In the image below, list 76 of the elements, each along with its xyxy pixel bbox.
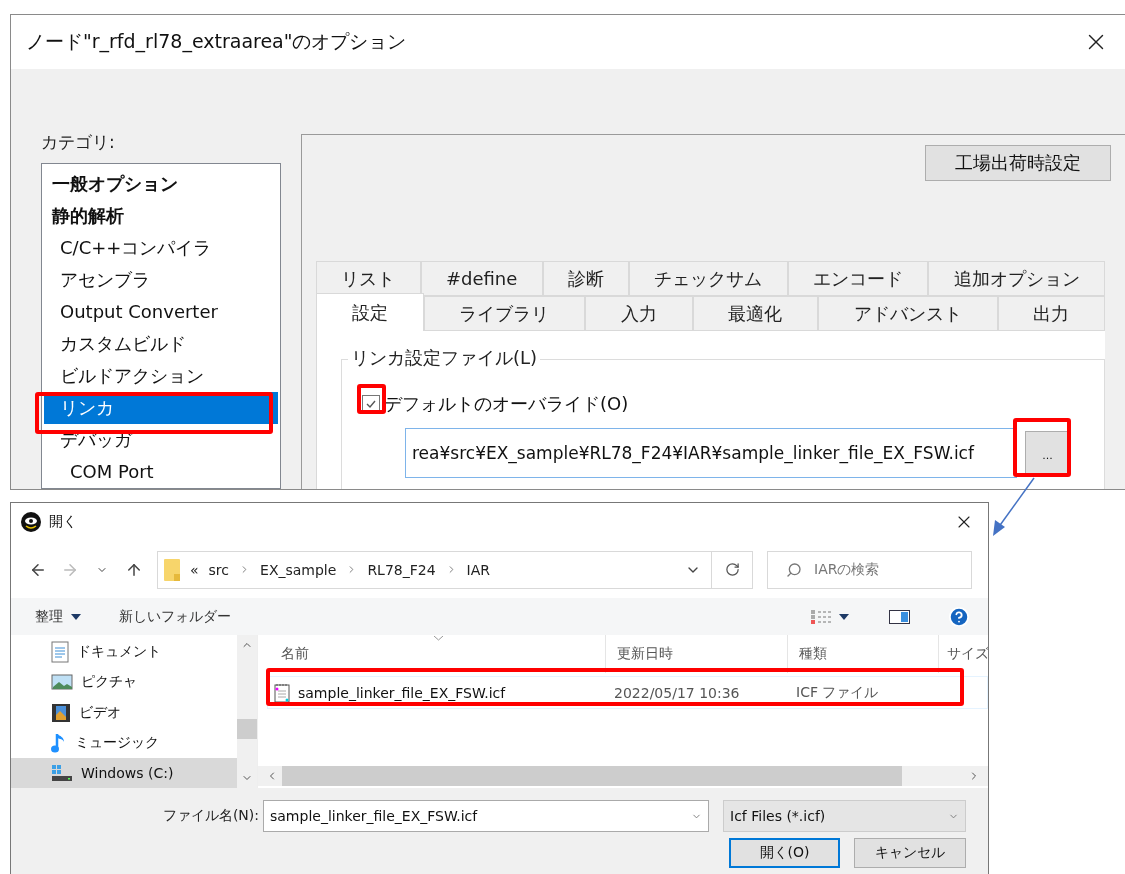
organize-button[interactable]: 整理	[35, 607, 81, 626]
file-name: sample_linker_file_EX_FSW.icf	[298, 684, 506, 701]
search-field[interactable]: IARの検索	[767, 550, 972, 589]
document-icon	[51, 641, 69, 664]
tab[interactable]: エンコード	[787, 261, 929, 296]
picture-icon	[51, 674, 73, 691]
checkbox-label: デフォルトのオーバライド(O)	[384, 392, 629, 416]
category-item[interactable]: COM Port	[44, 456, 278, 488]
refresh-icon	[724, 562, 740, 577]
breadcrumb[interactable]: IAR	[466, 561, 491, 578]
filename-field[interactable]: sample_linker_file_EX_FSW.icf	[263, 800, 709, 832]
path-field[interactable]: rea¥src¥EX_sample¥RL78_F24¥IAR¥sample_linker_file_EX_FSW.icf	[405, 428, 1017, 478]
category-label: カテゴリ:	[41, 131, 116, 154]
column-header[interactable]: サイズ	[938, 635, 988, 673]
tab[interactable]: 設定	[316, 293, 424, 331]
category-item[interactable]: 静的解析	[44, 200, 278, 232]
tab[interactable]: 入力	[585, 296, 693, 331]
breadcrumb[interactable]: RL78_F24	[367, 561, 436, 578]
column-header[interactable]: 名前	[270, 635, 605, 673]
sort-caret-icon	[434, 636, 443, 641]
caret-icon	[71, 613, 81, 620]
window-title: ノード"r_rfd_rl78_extraarea"のオプション	[26, 29, 408, 55]
app-logo-icon	[21, 512, 41, 532]
category-item[interactable]: 一般オプション	[44, 168, 278, 200]
factory-defaults-button[interactable]: 工場出荷時設定	[925, 145, 1111, 181]
cancel-button[interactable]: キャンセル	[854, 838, 966, 868]
tab[interactable]: #define	[420, 261, 543, 296]
nav-item[interactable]: ドキュメント	[11, 637, 237, 668]
category-item[interactable]: アセンブラ	[44, 264, 278, 296]
file-type-select[interactable]: Icf Files (*.icf)	[723, 800, 966, 832]
open-button[interactable]: 開く(O)	[729, 838, 840, 868]
help-icon[interactable]	[948, 605, 970, 628]
nav-item[interactable]: ミュージック	[11, 727, 237, 758]
group-title: リンカ設定ファイル(L)	[348, 346, 541, 370]
view-options-icon[interactable]	[811, 609, 851, 624]
file-date: 2022/05/17 10:36	[613, 684, 741, 701]
category-item[interactable]: Output Converter	[44, 296, 278, 328]
highlight-frame	[1013, 418, 1071, 477]
scrollbar-thumb[interactable]	[282, 766, 902, 786]
tab[interactable]: チェックサム	[629, 261, 788, 296]
check-mark-icon	[365, 398, 377, 410]
tab[interactable]: 追加オプション	[928, 261, 1105, 296]
nav-item[interactable]: ビデオ	[11, 697, 237, 728]
vertical-scrollbar[interactable]	[237, 635, 257, 788]
window-title: 開く	[49, 513, 78, 531]
tab[interactable]: アドバンスト	[818, 296, 998, 331]
highlight-frame	[357, 384, 386, 414]
new-folder-button[interactable]: 新しいフォルダー	[119, 607, 231, 626]
breadcrumb-overflow[interactable]: «	[190, 561, 199, 578]
breadcrumb[interactable]: src	[208, 561, 230, 578]
music-note-icon	[51, 731, 67, 754]
refresh-button[interactable]	[711, 550, 753, 589]
file-type: ICF ファイル	[795, 683, 880, 702]
category-item[interactable]: C/C++コンパイラ	[44, 232, 278, 264]
search-icon	[786, 561, 802, 578]
tab[interactable]: ライブラリ	[423, 296, 585, 331]
tab[interactable]: 出力	[997, 296, 1105, 331]
tab[interactable]: 診断	[542, 261, 630, 296]
film-icon	[51, 702, 71, 723]
filename-label: ファイル名(N):	[162, 807, 259, 825]
address-bar[interactable]: « src EX_sample RL78_F24 IAR	[157, 550, 712, 589]
nav-item[interactable]: Windows (C:)	[11, 757, 237, 788]
scrollbar-thumb[interactable]	[237, 719, 257, 739]
tab[interactable]: 最適化	[692, 296, 818, 331]
category-item[interactable]: ビルドアクション	[44, 360, 278, 392]
horizontal-scrollbar[interactable]	[258, 766, 988, 786]
connector-arrow	[993, 477, 1035, 536]
preview-pane-icon[interactable]	[889, 609, 910, 624]
category-item[interactable]: カスタムビルド	[44, 328, 278, 360]
column-header[interactable]: 種類	[787, 635, 938, 673]
nav-item[interactable]: ピクチャ	[11, 667, 237, 698]
breadcrumb[interactable]: EX_sample	[260, 561, 337, 578]
column-header[interactable]: 更新日時	[605, 635, 787, 673]
text-file-icon	[274, 682, 290, 703]
folder-icon	[164, 558, 180, 581]
drive-icon	[51, 763, 73, 782]
